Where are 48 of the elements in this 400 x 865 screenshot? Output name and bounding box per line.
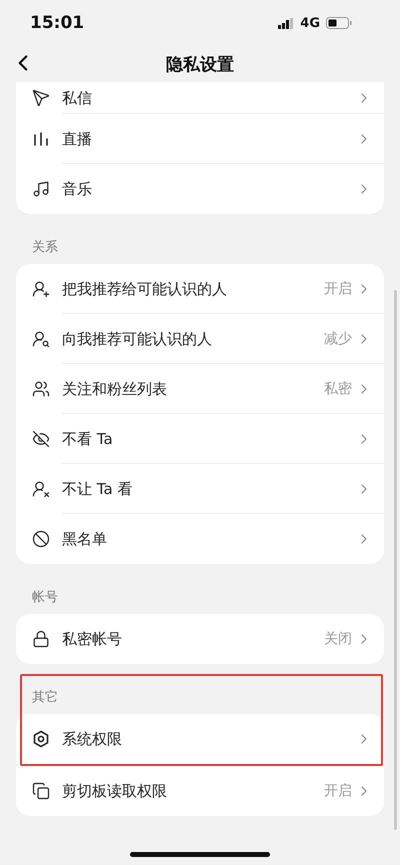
signal-icon — [278, 18, 294, 28]
row-label: 音乐 — [62, 180, 93, 198]
ban-icon — [32, 530, 50, 548]
settings-row[interactable]: 私密帐号 关闭 — [16, 614, 384, 664]
copy-icon — [32, 782, 50, 800]
eye-off-icon — [32, 430, 50, 448]
settings-row[interactable]: 向我推荐可能认识的人 减少 — [16, 314, 384, 364]
settings-row[interactable]: 系统权限 — [16, 714, 384, 764]
status-time: 15:01 — [30, 13, 84, 33]
battery-icon — [326, 17, 352, 29]
row-label: 剪切板读取权限 — [62, 782, 168, 800]
music-note-icon — [32, 180, 50, 198]
settings-row[interactable]: 关注和粉丝列表 私密 — [16, 364, 384, 414]
row-value: 关闭 — [324, 630, 352, 648]
settings-row[interactable]: 私信 — [16, 82, 384, 114]
row-label: 直播 — [62, 130, 93, 148]
bar-chart-icon — [32, 130, 50, 148]
hexagon-icon — [32, 730, 50, 748]
section-header: 其它 — [31, 689, 59, 707]
section-header: 关系 — [31, 239, 59, 257]
row-value: 私密 — [324, 380, 352, 398]
network-label: 4G — [300, 16, 320, 30]
row-value: 减少 — [324, 330, 352, 348]
row-value: 开启 — [324, 782, 352, 800]
settings-row[interactable]: 不让 Ta 看 — [16, 464, 384, 514]
settings-row[interactable]: 黑名单 — [16, 514, 384, 564]
row-value: 开启 — [324, 280, 352, 298]
row-label: 把我推荐给可能认识的人 — [62, 280, 228, 298]
settings-row[interactable]: 剪切板读取权限 开启 — [16, 766, 384, 816]
send-icon — [32, 89, 50, 107]
row-label: 私信 — [62, 88, 93, 108]
settings-row[interactable]: 音乐 — [16, 164, 384, 214]
page-title: 隐私设置 — [166, 54, 234, 76]
lock-icon — [32, 630, 50, 648]
row-label: 不让 Ta 看 — [62, 480, 134, 498]
row-label: 系统权限 — [62, 730, 123, 748]
row-label: 私密帐号 — [62, 630, 123, 648]
user-search-icon — [32, 330, 50, 348]
row-label: 黑名单 — [62, 530, 108, 548]
settings-row[interactable]: 把我推荐给可能认识的人 开启 — [16, 264, 384, 314]
row-label: 不看 Ta — [62, 430, 114, 448]
settings-row[interactable]: 直播 — [16, 114, 384, 164]
row-label: 向我推荐可能认识的人 — [62, 330, 213, 348]
user-add-icon — [32, 280, 50, 298]
settings-row[interactable]: 不看 Ta — [16, 414, 384, 464]
row-label: 关注和粉丝列表 — [62, 380, 168, 398]
users-icon — [32, 380, 50, 398]
section-header: 帐号 — [31, 589, 59, 607]
